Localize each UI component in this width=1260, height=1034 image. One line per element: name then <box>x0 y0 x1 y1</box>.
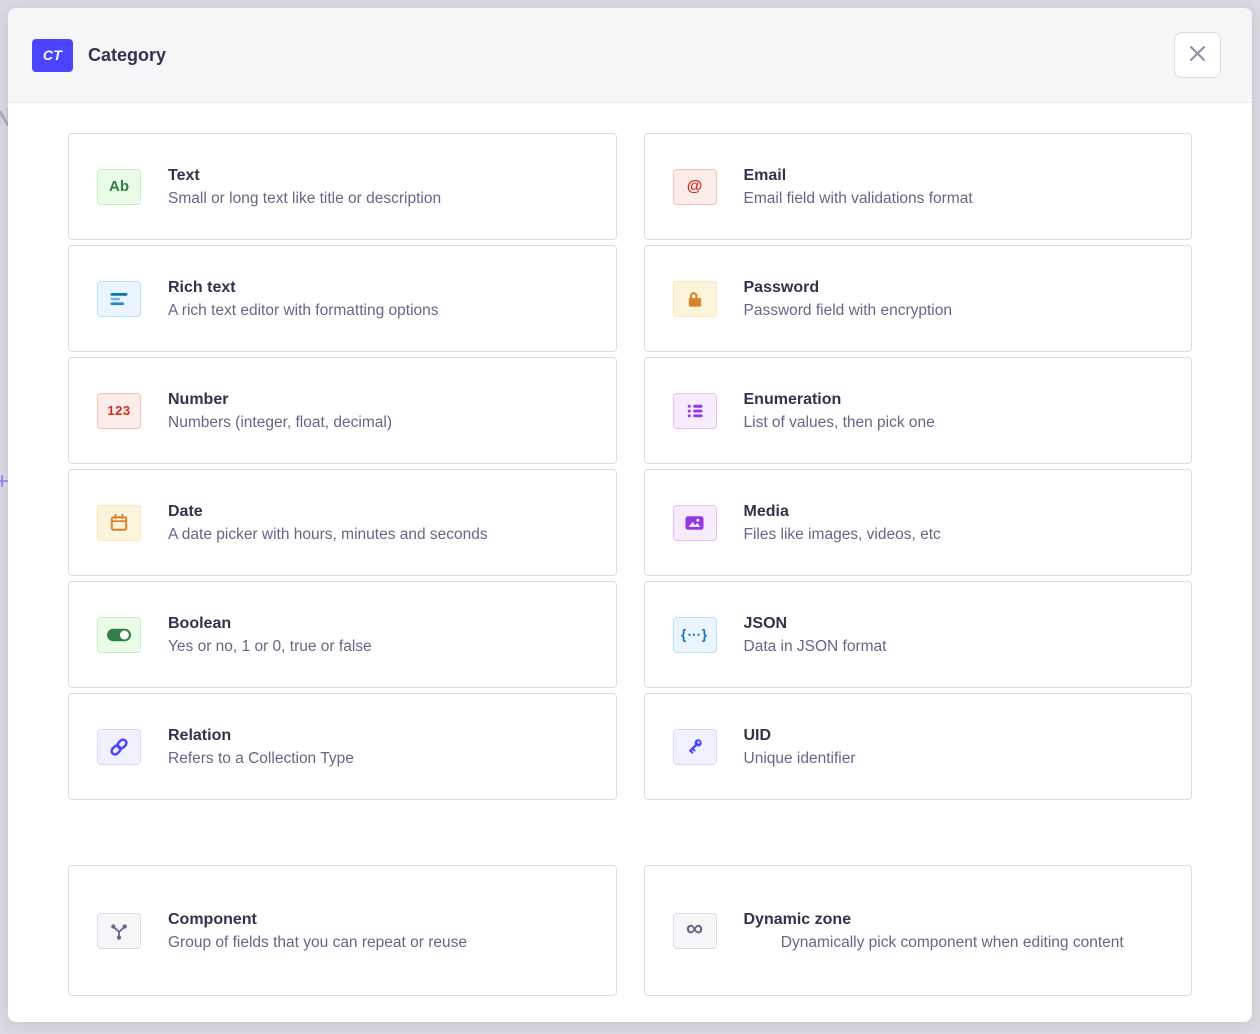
toggle-on-icon <box>97 617 141 653</box>
field-card-number[interactable]: 123 NumberNumbers (integer, float, decima… <box>68 357 617 464</box>
field-title: Media <box>744 501 1162 522</box>
field-card-text: Dynamic zoneDynamically pick component w… <box>744 909 1162 953</box>
field-card-date[interactable]: DateA date picker with hours, minutes an… <box>68 469 617 576</box>
close-button[interactable] <box>1174 32 1221 78</box>
at-sign-icon-glyph: @ <box>687 179 703 195</box>
field-title: Enumeration <box>744 389 1162 410</box>
field-card-text: BooleanYes or no, 1 or 0, true or false <box>168 613 586 657</box>
field-description: Numbers (integer, float, decimal) <box>168 412 586 433</box>
branch-nodes-icon <box>97 913 141 949</box>
ab-text-icon-glyph: Ab <box>109 179 129 194</box>
field-card-json[interactable]: {⋯} JSONData in JSON format <box>644 581 1193 688</box>
field-card-text: TextSmall or long text like title or des… <box>168 165 586 209</box>
field-card-text: PasswordPassword field with encryption <box>744 277 1162 321</box>
field-card-text: EnumerationList of values, then pick one <box>744 389 1162 433</box>
field-description: A date picker with hours, minutes and se… <box>168 524 586 545</box>
field-card-text: DateA date picker with hours, minutes an… <box>168 501 586 545</box>
field-card-enumeration[interactable]: EnumerationList of values, then pick one <box>644 357 1193 464</box>
advanced-field-type-grid: ComponentGroup of fields that you can re… <box>68 865 1192 996</box>
123-icon-glyph: 123 <box>107 404 130 417</box>
field-description: Group of fields that you can repeat or r… <box>168 932 586 953</box>
field-title: Text <box>168 165 586 186</box>
field-title: JSON <box>744 613 1162 634</box>
field-card-boolean[interactable]: BooleanYes or no, 1 or 0, true or false <box>68 581 617 688</box>
curly-braces-icon-glyph: {⋯} <box>681 628 708 642</box>
infinity-icon: ∞ <box>673 913 717 949</box>
at-sign-icon: @ <box>673 169 717 205</box>
field-description: Password field with encryption <box>744 300 1162 321</box>
modal-title: Category <box>88 45 1174 66</box>
key-icon <box>673 729 717 765</box>
field-title: Dynamic zone <box>744 909 1162 930</box>
field-card-text[interactable]: Ab TextSmall or long text like title or d… <box>68 133 617 240</box>
field-description: Yes or no, 1 or 0, true or false <box>168 636 586 657</box>
123-icon: 123 <box>97 393 141 429</box>
field-card-text: RelationRefers to a Collection Type <box>168 725 586 769</box>
field-card-text: Rich textA rich text editor with formatt… <box>168 277 586 321</box>
infinity-icon-glyph: ∞ <box>686 917 703 941</box>
bullet-list-icon <box>673 393 717 429</box>
field-description: Email field with validations format <box>744 188 1162 209</box>
field-card-email[interactable]: @ EmailEmail field with validations forma… <box>644 133 1193 240</box>
modal-header: CT Category <box>8 8 1252 103</box>
field-card-text: ComponentGroup of fields that you can re… <box>168 909 586 953</box>
field-description: Data in JSON format <box>744 636 1162 657</box>
field-card-text: MediaFiles like images, videos, etc <box>744 501 1162 545</box>
field-title: Number <box>168 389 586 410</box>
field-title: Date <box>168 501 586 522</box>
field-title: Boolean <box>168 613 586 634</box>
field-card-dynamic-zone[interactable]: ∞ Dynamic zoneDynamically pick component … <box>644 865 1193 996</box>
curly-braces-icon: {⋯} <box>673 617 717 653</box>
field-title: UID <box>744 725 1162 746</box>
field-description: A rich text editor with formatting optio… <box>168 300 586 321</box>
chain-link-icon <box>97 729 141 765</box>
field-card-text: EmailEmail field with validations format <box>744 165 1162 209</box>
field-card-media[interactable]: MediaFiles like images, videos, etc <box>644 469 1193 576</box>
close-icon <box>1190 46 1205 64</box>
field-title: Email <box>744 165 1162 186</box>
lock-icon <box>673 281 717 317</box>
field-type-grid: Ab TextSmall or long text like title or d… <box>68 133 1192 800</box>
field-description: Unique identifier <box>744 748 1162 769</box>
align-left-icon <box>97 281 141 317</box>
field-description: List of values, then pick one <box>744 412 1162 433</box>
field-card-rich-text[interactable]: Rich textA rich text editor with formatt… <box>68 245 617 352</box>
field-description: Refers to a Collection Type <box>168 748 586 769</box>
modal-body: Ab TextSmall or long text like title or d… <box>8 103 1252 996</box>
select-field-type-modal: CT Category Ab TextSmall or long text lik… <box>8 8 1252 1022</box>
field-title: Component <box>168 909 586 930</box>
field-card-relation[interactable]: RelationRefers to a Collection Type <box>68 693 617 800</box>
ab-text-icon: Ab <box>97 169 141 205</box>
field-description: Files like images, videos, etc <box>744 524 1162 545</box>
content-type-badge: CT <box>32 39 73 72</box>
field-card-text: JSONData in JSON format <box>744 613 1162 657</box>
field-title: Relation <box>168 725 586 746</box>
field-description: Small or long text like title or descrip… <box>168 188 586 209</box>
field-card-component[interactable]: ComponentGroup of fields that you can re… <box>68 865 617 996</box>
field-card-text: NumberNumbers (integer, float, decimal) <box>168 389 586 433</box>
calendar-icon <box>97 505 141 541</box>
image-icon <box>673 505 717 541</box>
field-description: Dynamically pick component when editing … <box>744 932 1162 953</box>
field-title: Rich text <box>168 277 586 298</box>
field-title: Password <box>744 277 1162 298</box>
field-card-text: UIDUnique identifier <box>744 725 1162 769</box>
field-card-password[interactable]: PasswordPassword field with encryption <box>644 245 1193 352</box>
field-card-uid[interactable]: UIDUnique identifier <box>644 693 1193 800</box>
